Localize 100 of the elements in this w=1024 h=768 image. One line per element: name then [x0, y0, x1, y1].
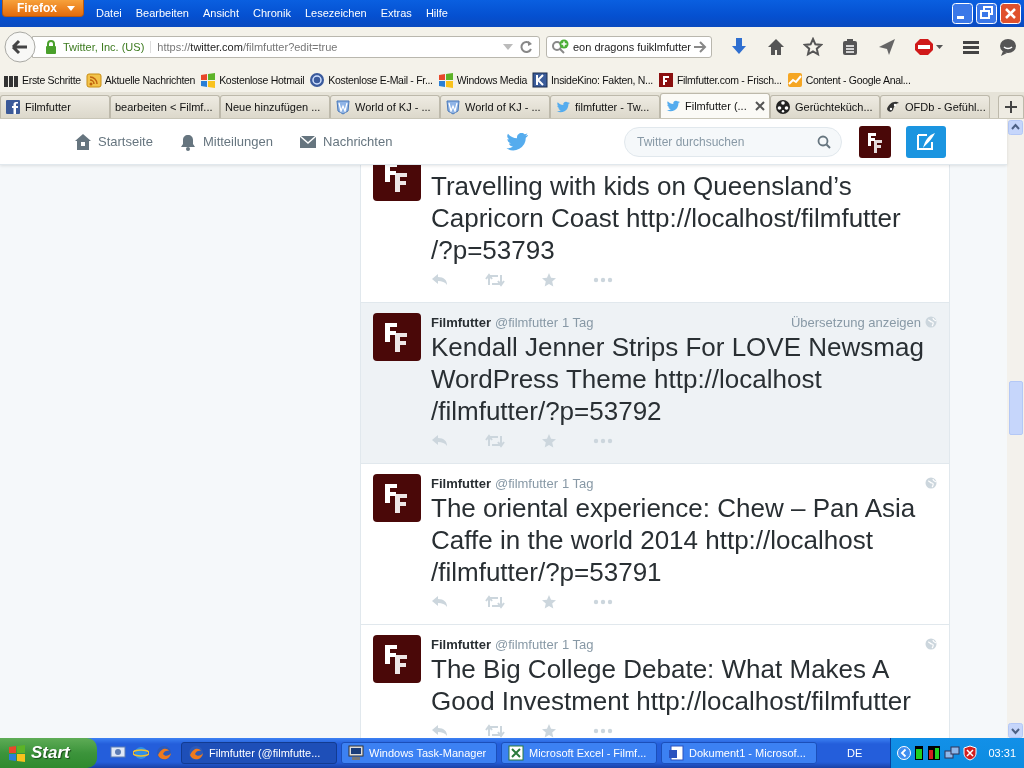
logo-tile-icon [531, 71, 548, 88]
nav-link[interactable]: Startseite [74, 132, 153, 151]
bookmark[interactable]: Aktuelle Nachrichten [85, 71, 196, 88]
address-field[interactable]: Twitter, Inc. (US) https://twitter.com/filmfutter?edit=true [32, 36, 540, 58]
windows-flag-icon [200, 71, 217, 88]
taskbar-button[interactable]: Filmfutter (@filmfutte... [181, 742, 337, 764]
feed-icon [85, 71, 102, 88]
scrollbar[interactable] [1007, 119, 1024, 738]
logo-tile-icon [657, 71, 674, 88]
scroll-thumb[interactable] [1008, 381, 1023, 435]
user-name[interactable]: Filmfutter [431, 475, 491, 491]
new-tab-button[interactable] [998, 95, 1024, 118]
menu-item[interactable]: Chronik [253, 7, 291, 19]
language-indicator[interactable]: DE [847, 747, 863, 759]
reload-icon[interactable] [519, 40, 533, 54]
taskbar-button[interactable]: Windows Task-Manager [341, 742, 497, 764]
browser-tab[interactable]: filmfutter - Tw... [550, 95, 660, 118]
desktop-icon[interactable] [110, 745, 126, 761]
back-button[interactable] [4, 31, 36, 63]
avatar-icon[interactable] [373, 474, 421, 522]
arrow-right-icon[interactable] [693, 41, 707, 53]
star-icon[interactable] [541, 723, 557, 738]
restore-button[interactable] [976, 3, 997, 24]
user-handle: @filmfutter [494, 636, 558, 652]
avatar-icon[interactable] [373, 313, 421, 361]
document-icon [668, 745, 684, 761]
menu-item[interactable]: Bearbeiten [135, 7, 189, 19]
meter-icon[interactable] [914, 745, 925, 761]
browser-e-icon[interactable] [133, 745, 149, 761]
dropdown-icon[interactable] [503, 44, 513, 50]
star-icon[interactable] [541, 594, 557, 610]
search-icon[interactable] [817, 134, 831, 149]
browser-tab[interactable]: World of KJ - ... [440, 95, 550, 118]
compose-button[interactable] [906, 125, 946, 158]
browser-tab[interactable]: bearbeiten < Filmf... [110, 95, 220, 118]
shield-icon [335, 99, 351, 115]
chat-bubble-icon[interactable] [998, 37, 1018, 57]
menu-item[interactable]: Hilfe [425, 7, 448, 19]
fox-globe-icon[interactable] [156, 745, 172, 761]
user-handle: @filmfutter [494, 314, 558, 330]
star-icon[interactable] [541, 272, 557, 288]
plus-icon [1005, 101, 1017, 113]
taskbar-button[interactable]: Dokument1 - Microsof... [661, 742, 817, 764]
browser-tab[interactable]: Neue hinzufügen ... [220, 95, 330, 118]
network-icon[interactable] [944, 745, 961, 761]
clipboard-icon[interactable] [840, 37, 860, 57]
meter-icon[interactable] [927, 745, 942, 761]
user-name[interactable]: Filmfutter [431, 636, 491, 652]
taskbar-button[interactable]: Microsoft Excel - Filmf... [501, 742, 657, 764]
browser-tab[interactable]: Filmfutter [0, 95, 110, 118]
bookmark[interactable]: Erste Schritte [3, 71, 81, 88]
close-button[interactable] [1000, 3, 1021, 24]
browser-tab[interactable]: OFDb - Gefühl... [880, 95, 990, 118]
bookmark[interactable]: Filmfutter.com - Frisch... [657, 71, 782, 88]
bookmark[interactable]: Windows Media [437, 71, 527, 88]
home-icon[interactable] [766, 37, 786, 57]
browser-tab[interactable]: World of KJ - ... [330, 95, 440, 118]
expand-icon[interactable] [897, 746, 912, 760]
globe-icon [925, 638, 937, 650]
star-icon[interactable] [541, 433, 557, 449]
menu-item[interactable]: Datei [96, 7, 122, 19]
clock: 03:31 [988, 747, 1016, 759]
site-identity: Twitter, Inc. (US) [63, 41, 152, 53]
nav-link[interactable]: Nachrichten [299, 132, 393, 151]
caret-icon [67, 5, 75, 11]
avatar-icon[interactable] [373, 165, 421, 201]
stop-sign-icon[interactable] [914, 37, 944, 57]
start-button[interactable]: Start [0, 738, 97, 768]
browser-tab[interactable]: Filmfutter (... [660, 93, 770, 118]
bookmark[interactable]: Kostenlose Hotmail [200, 71, 305, 88]
menu-item[interactable]: Extras [380, 7, 412, 19]
bookmark[interactable]: InsideKino: Fakten, N... [531, 71, 653, 88]
home-icon [74, 132, 92, 151]
bookmark[interactable]: Kostenlose E-Mail - Fr... [309, 71, 433, 88]
avatar-icon[interactable] [373, 635, 421, 683]
star-icon[interactable] [803, 37, 823, 57]
shield-icon [445, 99, 461, 115]
windows-flag-icon [8, 744, 26, 762]
user-name[interactable]: Filmfutter [431, 314, 491, 330]
browser-tab[interactable]: Gerüchteküch... [770, 95, 880, 118]
windows-flag-icon [437, 71, 454, 88]
paper-plane-icon[interactable] [877, 37, 897, 57]
bookmark[interactable]: Content - Google Anal... [786, 71, 911, 88]
close-icon[interactable] [755, 101, 765, 111]
bell-icon [178, 132, 197, 151]
search-field[interactable]: Twitter durchsuchen [624, 126, 842, 157]
search-field[interactable]: eon dragons fuiklmfutter [546, 36, 712, 58]
globe-icon [309, 71, 326, 88]
tweet-text: The Big College Debate: What Makes A Good Investment http://localhost/filmfutter [431, 653, 912, 717]
menu-item[interactable]: Ansicht [202, 7, 239, 19]
nav-link[interactable]: Mitteilungen [178, 132, 274, 151]
avatar-icon[interactable] [859, 125, 891, 158]
monitor-icon [348, 745, 364, 761]
shield-icon[interactable] [963, 745, 978, 761]
facebook-icon [5, 99, 21, 115]
fox-globe-icon [188, 745, 204, 761]
bird-logo-icon[interactable] [506, 132, 528, 151]
chart-icon [786, 71, 803, 88]
minimize-button[interactable] [952, 3, 973, 24]
menu-item[interactable]: Lesezeichen [304, 7, 367, 19]
